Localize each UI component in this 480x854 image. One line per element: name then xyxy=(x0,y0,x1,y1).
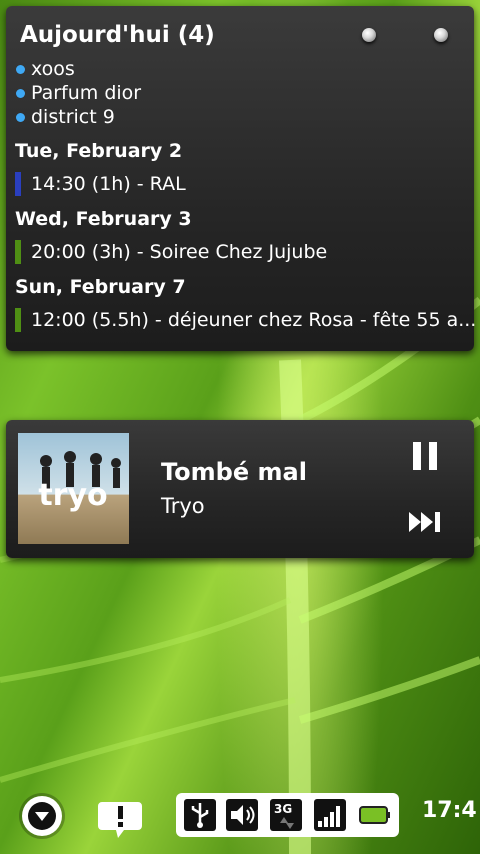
calendar-title: Aujourd'hui (4) xyxy=(20,22,215,48)
event-item[interactable]: 14:30 (1h) - RAL xyxy=(15,172,186,196)
usb-icon xyxy=(184,799,216,831)
task-label: Parfum dior xyxy=(31,82,142,104)
task-dot-icon xyxy=(16,112,25,122)
task-item[interactable]: district 9 xyxy=(16,106,115,128)
event-label: 12:00 (5.5h) - déjeuner chez Rosa - fête… xyxy=(31,309,477,331)
svg-text:3G: 3G xyxy=(274,802,292,816)
task-dot-icon xyxy=(16,88,25,98)
volume-icon xyxy=(226,799,258,831)
next-icon[interactable] xyxy=(409,510,443,534)
clock: 17:4 xyxy=(422,798,477,823)
pause-icon[interactable] xyxy=(411,440,441,474)
day-heading: Wed, February 3 xyxy=(15,208,192,230)
day-heading: Sun, February 7 xyxy=(15,276,186,298)
event-item[interactable]: 20:00 (3h) - Soiree Chez Jujube xyxy=(15,240,327,264)
event-label: 20:00 (3h) - Soiree Chez Jujube xyxy=(31,241,328,263)
artist-name: Tryo xyxy=(161,494,205,518)
task-dot-icon xyxy=(16,64,25,74)
album-art[interactable]: tryo xyxy=(18,433,129,544)
status-bar[interactable]: 3G 17:4 xyxy=(0,786,480,854)
svg-text:tryo: tryo xyxy=(38,478,107,513)
event-label: 14:30 (1h) - RAL xyxy=(31,173,186,195)
task-item[interactable]: Parfum dior xyxy=(16,82,141,104)
signal-icon xyxy=(314,799,346,831)
pin-icon xyxy=(434,28,448,42)
day-heading: Tue, February 2 xyxy=(15,140,183,162)
task-label: xoos xyxy=(31,58,75,80)
album-art-image: tryo xyxy=(38,451,121,513)
event-color-bar xyxy=(15,308,21,332)
battery-icon xyxy=(358,799,390,831)
song-title: Tombé mal xyxy=(161,458,307,486)
status-icons[interactable]: 3G xyxy=(176,793,399,837)
alert-icon[interactable] xyxy=(98,796,142,840)
task-item[interactable]: xoos xyxy=(16,58,75,80)
3g-data-icon: 3G xyxy=(270,799,302,831)
event-color-bar xyxy=(15,172,21,196)
event-item[interactable]: 12:00 (5.5h) - déjeuner chez Rosa - fête… xyxy=(15,308,476,332)
task-label: district 9 xyxy=(31,106,115,128)
pin-icon xyxy=(362,28,376,42)
calendar-widget[interactable]: Aujourd'hui (4) xoos Parfum dior distric… xyxy=(6,6,476,351)
notification-down-icon[interactable] xyxy=(22,796,62,836)
music-widget[interactable]: tryo Tombé mal Tryo xyxy=(6,420,474,558)
event-color-bar xyxy=(15,240,21,264)
